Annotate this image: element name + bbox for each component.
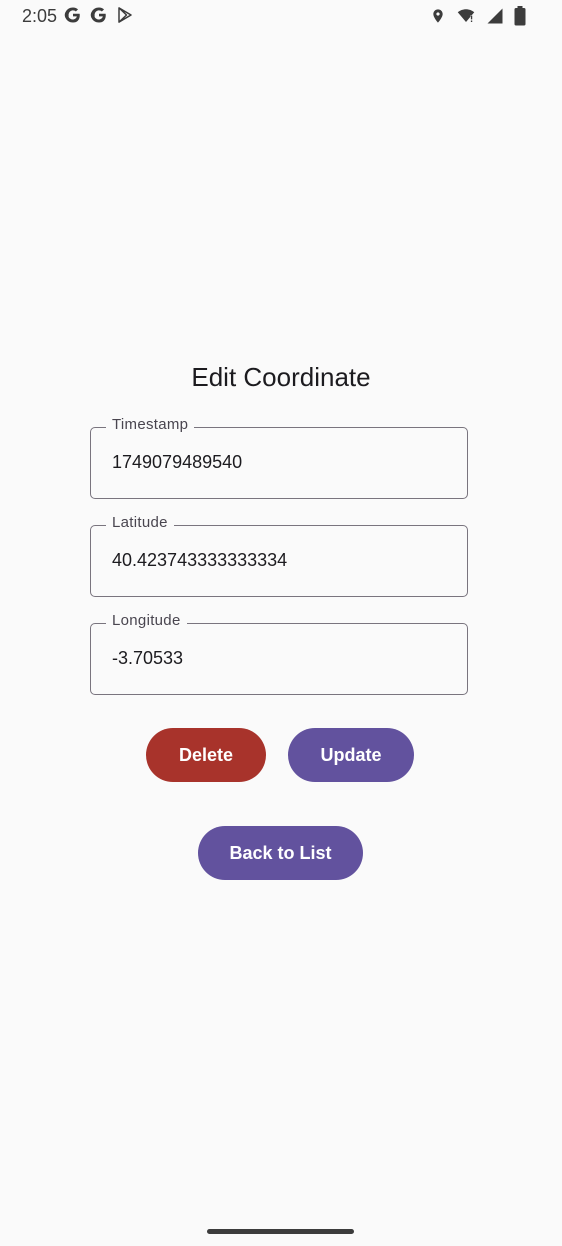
location-icon xyxy=(430,7,446,25)
play-store-icon xyxy=(116,6,134,24)
latitude-input[interactable] xyxy=(112,550,442,571)
timestamp-label: Timestamp xyxy=(106,416,195,433)
battery-icon xyxy=(514,6,526,26)
longitude-input[interactable] xyxy=(112,648,442,669)
page-title: Edit Coordinate xyxy=(191,362,371,392)
status-bar: 2:05 xyxy=(0,0,562,34)
update-button[interactable]: Update xyxy=(288,728,414,782)
google-icon xyxy=(64,6,82,24)
delete-button[interactable]: Delete xyxy=(146,728,266,782)
navigation-handle[interactable] xyxy=(207,1229,354,1234)
longitude-label: Longitude xyxy=(106,612,187,629)
latitude-label: Latitude xyxy=(106,514,174,531)
signal-icon xyxy=(486,7,504,25)
wifi-icon xyxy=(456,7,476,25)
status-time: 2:05 xyxy=(22,6,58,26)
google-icon xyxy=(90,6,108,24)
timestamp-input[interactable] xyxy=(112,452,442,473)
back-to-list-button[interactable]: Back to List xyxy=(198,826,363,880)
longitude-field[interactable]: Longitude xyxy=(90,612,468,695)
latitude-field[interactable]: Latitude xyxy=(90,514,468,597)
timestamp-field[interactable]: Timestamp xyxy=(90,416,468,499)
